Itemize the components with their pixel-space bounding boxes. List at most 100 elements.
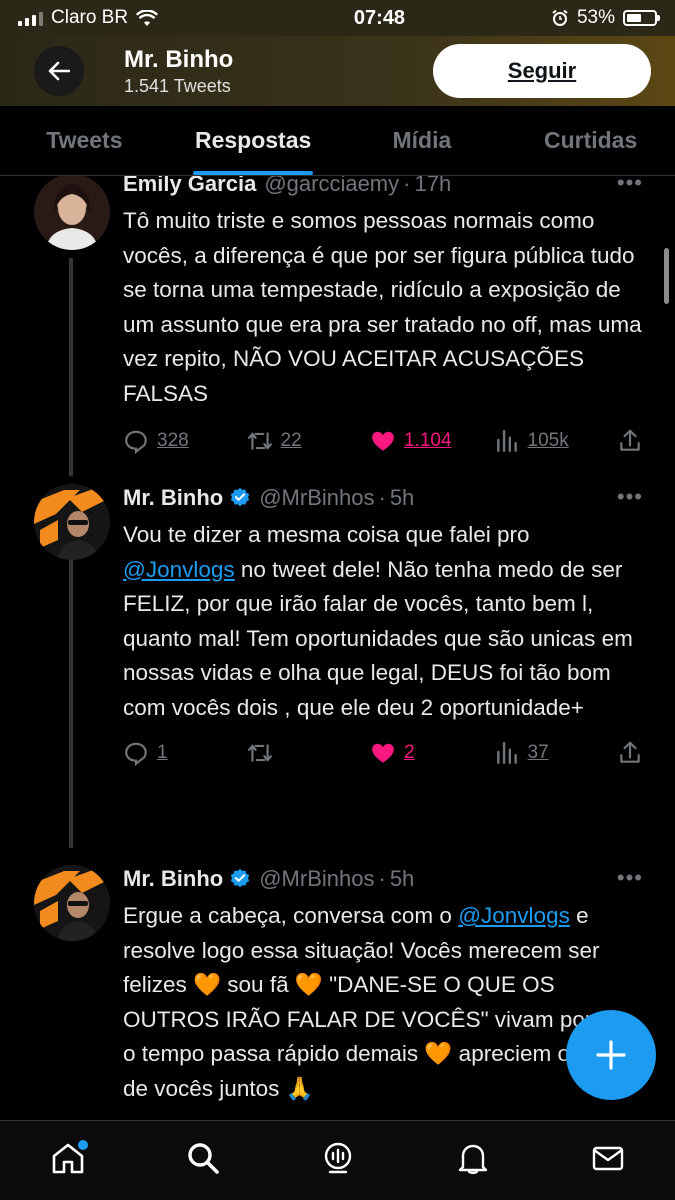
mention-link[interactable]: @Jonvlogs	[123, 557, 235, 582]
reply-button[interactable]: 1	[123, 740, 243, 766]
share-button[interactable]	[617, 428, 643, 454]
tab-media[interactable]: Mídia	[338, 106, 507, 175]
tweet-header: Mr. Binho @MrBinhos · 5h •••	[123, 865, 643, 893]
reply-icon	[125, 430, 147, 454]
compose-tweet-button[interactable]	[566, 1010, 656, 1100]
status-bar: Claro BR 07:48 53%	[0, 0, 675, 36]
nav-home[interactable]	[38, 1128, 98, 1188]
share-icon	[620, 741, 640, 763]
author-handle[interactable]: @MrBinhos	[259, 485, 374, 511]
retweet-icon	[247, 744, 272, 762]
header-titles: Mr. Binho 1.541 Tweets	[124, 46, 433, 97]
like-count: 2	[404, 742, 415, 763]
tab-likes[interactable]: Curtidas	[506, 106, 675, 175]
arrow-left-icon	[48, 61, 70, 81]
reply-button[interactable]: 328	[123, 428, 243, 454]
share-button[interactable]	[617, 740, 643, 766]
signal-icon	[18, 10, 43, 26]
view-count: 105k	[527, 430, 569, 451]
avatar-image	[46, 184, 98, 250]
nav-messages[interactable]	[578, 1128, 638, 1188]
separator-dot: ·	[378, 866, 386, 891]
plus-icon	[596, 1040, 626, 1070]
author-handle[interactable]: @MrBinhos	[259, 866, 374, 892]
reply-count: 1	[157, 742, 168, 763]
clock: 07:48	[353, 6, 406, 29]
more-options-icon[interactable]: •••	[617, 484, 643, 510]
battery-level	[627, 14, 641, 22]
tweet-text-part: e resolve logo essa situação! Vocês mere…	[123, 903, 639, 1101]
profile-header: Mr. Binho 1.541 Tweets Seguir	[0, 36, 675, 106]
nav-search[interactable]	[173, 1128, 233, 1188]
alarm-icon	[552, 9, 568, 26]
share-icon	[620, 429, 640, 451]
separator-dot: ·	[378, 485, 386, 510]
views-button[interactable]: 105k	[494, 428, 614, 454]
like-button[interactable]: 1.104	[370, 428, 490, 454]
author-name[interactable]: Mr. Binho	[123, 866, 223, 892]
like-count: 1.104	[404, 430, 452, 451]
view-count: 37	[527, 742, 549, 763]
wifi-icon	[136, 9, 159, 26]
retweet-button[interactable]: 22	[247, 428, 367, 454]
tweet-time[interactable]: 5h	[390, 866, 414, 892]
heart-icon	[372, 431, 394, 451]
notifications-icon	[458, 1144, 487, 1174]
retweet-count: 22	[280, 430, 302, 451]
nav-spaces[interactable]	[308, 1128, 368, 1188]
avatar-image	[34, 865, 110, 941]
views-icon	[496, 742, 517, 764]
tweet-actions: 1 2 37	[123, 733, 643, 773]
tweet-feed: Emily Garcia @garcciaemy · 17h ••• Tô mu…	[0, 176, 675, 1120]
tweet-count: 1.541 Tweets	[124, 75, 231, 96]
tweet-text-part: Vou te dizer a mesma coisa que falei pro	[123, 522, 530, 547]
messages-icon	[592, 1146, 623, 1170]
search-icon	[187, 1142, 219, 1174]
more-options-icon[interactable]: •••	[617, 865, 643, 891]
carrier-label: Claro BR	[51, 7, 129, 28]
scrollbar[interactable]	[664, 248, 669, 304]
reply-icon	[125, 742, 147, 766]
spaces-icon	[324, 1142, 351, 1173]
author-handle[interactable]: @garcciaemy	[264, 176, 399, 197]
nav-notifications[interactable]	[443, 1128, 503, 1188]
reply-count: 328	[157, 430, 189, 451]
avatar[interactable]	[34, 865, 110, 941]
like-button[interactable]: 2	[370, 740, 490, 766]
tweet-text-part: Ergue a cabeça, conversa com o	[123, 903, 459, 928]
more-options-icon[interactable]: •••	[617, 176, 643, 196]
profile-name: Mr. Binho	[124, 45, 234, 73]
tweet-text: Tô muito triste e somos pessoas normais …	[123, 208, 642, 406]
follow-button[interactable]: Seguir	[433, 44, 651, 98]
heart-icon	[372, 743, 394, 763]
tweet-time[interactable]: 17h	[414, 176, 451, 197]
tweet-header: Mr. Binho @MrBinhos · 5h •••	[123, 484, 643, 512]
retweet-button[interactable]	[247, 740, 367, 766]
mention-link[interactable]: @Jonvlogs	[458, 903, 570, 928]
author-name[interactable]: Mr. Binho	[123, 485, 223, 511]
tweet-time[interactable]: 5h	[390, 485, 414, 511]
thread-line	[69, 258, 73, 476]
tweet-text: Ergue a cabeça, conversa com o @Jonvlogs…	[123, 899, 643, 1106]
battery-icon	[623, 10, 660, 26]
author-name[interactable]: Emily Garcia	[123, 176, 256, 197]
verified-badge-icon	[231, 487, 250, 507]
verified-badge-icon	[231, 868, 250, 888]
tab-tweets[interactable]: Tweets	[0, 106, 169, 175]
views-button[interactable]: 37	[494, 740, 614, 766]
tweet-header: Emily Garcia @garcciaemy · 17h •••	[123, 176, 643, 198]
views-icon	[496, 430, 517, 452]
tweet-text: Vou te dizer a mesma coisa que falei pro…	[123, 518, 643, 725]
avatar-image	[34, 484, 110, 560]
avatar[interactable]	[34, 484, 110, 560]
tab-replies[interactable]: Respostas	[169, 106, 338, 175]
tweet-actions: 328 22 1.104 105k	[123, 421, 643, 461]
status-right: 53%	[551, 7, 660, 29]
back-button[interactable]	[34, 46, 84, 96]
avatar[interactable]	[34, 176, 110, 250]
thread-line	[69, 560, 73, 848]
retweet-icon	[247, 432, 272, 450]
profile-tabs: Tweets Respostas Mídia Curtidas	[0, 106, 675, 176]
separator-dot: ·	[403, 176, 411, 196]
home-notification-dot	[77, 1139, 88, 1150]
